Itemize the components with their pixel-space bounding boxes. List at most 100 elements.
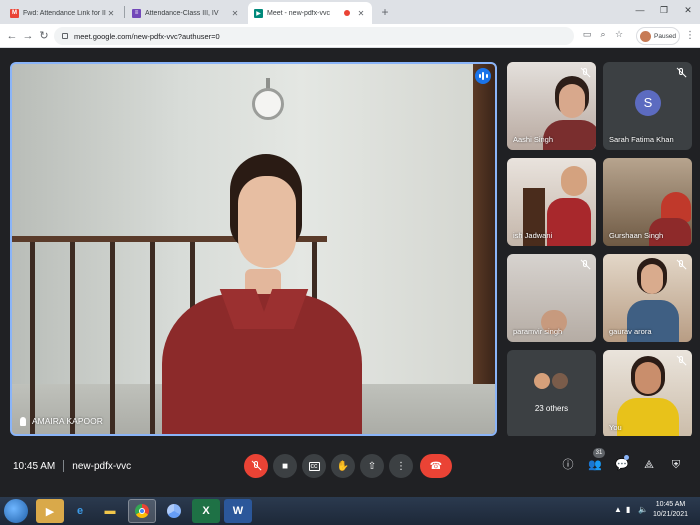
- explorer-icon[interactable]: ▬: [96, 499, 124, 523]
- close-window-button[interactable]: ✕: [676, 0, 700, 20]
- more-vert-icon: ⋮: [396, 460, 406, 472]
- network-icon[interactable]: ▮: [626, 505, 630, 514]
- address-bar[interactable]: meet.google.com/new-pdfx-vvc?authuser=0: [54, 27, 574, 45]
- captions-button[interactable]: cc: [302, 454, 326, 478]
- meeting-details-button[interactable]: ⓘ: [559, 456, 577, 474]
- mic-off-icon: [675, 259, 687, 271]
- chrome-icon[interactable]: [128, 499, 156, 523]
- baluster: [30, 242, 35, 434]
- meet-stage: AMAIRA KAPOOR Aashi Singh S Sarah Fatima…: [0, 49, 700, 497]
- chrome-logo: [135, 504, 149, 518]
- url-text: meet.google.com/new-pdfx-vvc?authuser=0: [74, 31, 220, 41]
- participant-tile[interactable]: S Sarah Fatima Khan: [603, 62, 692, 150]
- participant-face: [635, 362, 661, 394]
- participant-tile[interactable]: Aashi Singh: [507, 62, 596, 150]
- host-controls-button[interactable]: ⛨: [667, 456, 685, 474]
- star-icon[interactable]: ☆: [612, 27, 626, 41]
- captions-icon: cc: [308, 461, 320, 471]
- volume-icon[interactable]: 🔈: [638, 505, 648, 514]
- tab-title: Attendance-Class III, IV: [145, 9, 219, 17]
- meeting-time: 10:45 AM: [13, 460, 56, 472]
- leave-call-button[interactable]: ☎: [420, 454, 452, 478]
- close-icon[interactable]: ✕: [356, 9, 366, 18]
- tab-meet[interactable]: ▶ Meet - new-pdfx-vvc ✕: [248, 2, 372, 24]
- participant-face: [559, 84, 585, 118]
- browser-menu-icon[interactable]: ⋮: [684, 28, 696, 44]
- system-clock[interactable]: 10:45 AM 10/21/2021: [653, 500, 688, 520]
- pin-icon: [20, 416, 26, 426]
- baluster: [150, 242, 155, 434]
- avatar: [551, 372, 569, 390]
- windows-taskbar: ▶ e ▬ X W ▲ ▮ 🔈 10:45 AM 10/21/2021: [0, 497, 700, 525]
- tab-gmail[interactable]: M Fwd: Attendance Link for III - IV ✕: [4, 2, 122, 24]
- participant-tile[interactable]: ish Jadwani: [507, 158, 596, 246]
- more-options-button[interactable]: ⋮: [389, 454, 413, 478]
- close-icon[interactable]: ✕: [106, 9, 116, 18]
- forward-arrow-icon[interactable]: →: [20, 28, 36, 44]
- participant-tile[interactable]: Gurshaan Singh: [603, 158, 692, 246]
- back-arrow-icon[interactable]: ←: [4, 28, 20, 44]
- people-button[interactable]: 👥: [586, 456, 604, 474]
- lock-icon: [62, 33, 68, 39]
- word-icon[interactable]: W: [224, 499, 252, 523]
- camera-toggle-button[interactable]: ■: [273, 454, 297, 478]
- tab-title: Fwd: Attendance Link for III - IV: [23, 9, 106, 17]
- profile-button[interactable]: Paused: [636, 27, 680, 45]
- ie-icon[interactable]: e: [66, 499, 94, 523]
- activities-button[interactable]: ⟁: [640, 456, 658, 474]
- hand-icon: ✋: [336, 460, 350, 472]
- camera-permission-icon[interactable]: ▭: [580, 27, 594, 41]
- chromium-logo: [167, 504, 181, 518]
- forms-icon: ≡: [132, 8, 141, 18]
- participant-name: gaurav arora: [609, 327, 652, 336]
- zoom-icon[interactable]: ⌕: [596, 27, 610, 41]
- tab-attendance-form[interactable]: ≡ Attendance-Class III, IV ✕: [126, 2, 246, 24]
- browser-tab-strip: M Fwd: Attendance Link for III - IV ✕ ≡ …: [0, 0, 700, 24]
- hangup-icon: ☎: [429, 460, 443, 472]
- lock-shield-icon: ⛨: [671, 459, 681, 471]
- mic-toggle-button[interactable]: [244, 454, 268, 478]
- participant-tile[interactable]: gaurav arora: [603, 254, 692, 342]
- others-tile[interactable]: 23 others: [507, 350, 596, 438]
- people-icon: 👥: [588, 459, 602, 471]
- info-icon: ⓘ: [562, 459, 574, 471]
- participant-name: paramvir singh: [513, 327, 563, 336]
- close-icon[interactable]: ✕: [230, 9, 240, 18]
- chat-icon: 💬: [615, 459, 629, 471]
- main-video-tile[interactable]: AMAIRA KAPOOR: [10, 62, 497, 436]
- speaking-indicator-icon: [475, 68, 491, 84]
- participant-tile[interactable]: paramvir singh: [507, 254, 596, 342]
- participant-body: [617, 398, 679, 438]
- self-tile[interactable]: You: [603, 350, 692, 438]
- participant-name: Sarah Fatima Khan: [609, 135, 674, 144]
- avatar: S: [635, 90, 661, 116]
- participant-face: [641, 264, 663, 294]
- tab-title: Meet - new-pdfx-vvc: [267, 9, 331, 17]
- chromium-icon[interactable]: [160, 499, 188, 523]
- present-screen-button[interactable]: ⇧: [360, 454, 384, 478]
- mic-off-icon: [579, 259, 591, 271]
- mic-off-icon: [250, 460, 262, 472]
- participant-name: Gurshaan Singh: [609, 231, 664, 240]
- participant-name: ish Jadwani: [513, 231, 553, 240]
- tray-arrow-icon[interactable]: ▲: [614, 505, 622, 514]
- participant-name: Aashi Singh: [513, 135, 554, 144]
- raise-hand-button[interactable]: ✋: [331, 454, 355, 478]
- clock-time: 10:45 AM: [655, 501, 686, 508]
- minimize-window-button[interactable]: —: [628, 0, 652, 20]
- baluster: [70, 242, 75, 434]
- media-player-icon[interactable]: ▶: [36, 499, 64, 523]
- new-tab-button[interactable]: +: [377, 4, 393, 20]
- present-icon: ⇧: [367, 460, 377, 472]
- video-door: [473, 64, 495, 434]
- start-button[interactable]: [4, 499, 28, 523]
- maximize-window-button[interactable]: ❐: [652, 0, 676, 20]
- meet-icon: ▶: [254, 8, 263, 18]
- main-speaker-name: AMAIRA KAPOOR: [20, 416, 103, 426]
- participant-count-badge: 31: [593, 448, 605, 458]
- meeting-code: new-pdfx-vvc: [72, 460, 132, 472]
- reload-icon[interactable]: ↻: [36, 28, 52, 44]
- excel-icon[interactable]: X: [192, 499, 220, 523]
- others-count: 23 others: [534, 404, 569, 413]
- avatar: [640, 30, 651, 42]
